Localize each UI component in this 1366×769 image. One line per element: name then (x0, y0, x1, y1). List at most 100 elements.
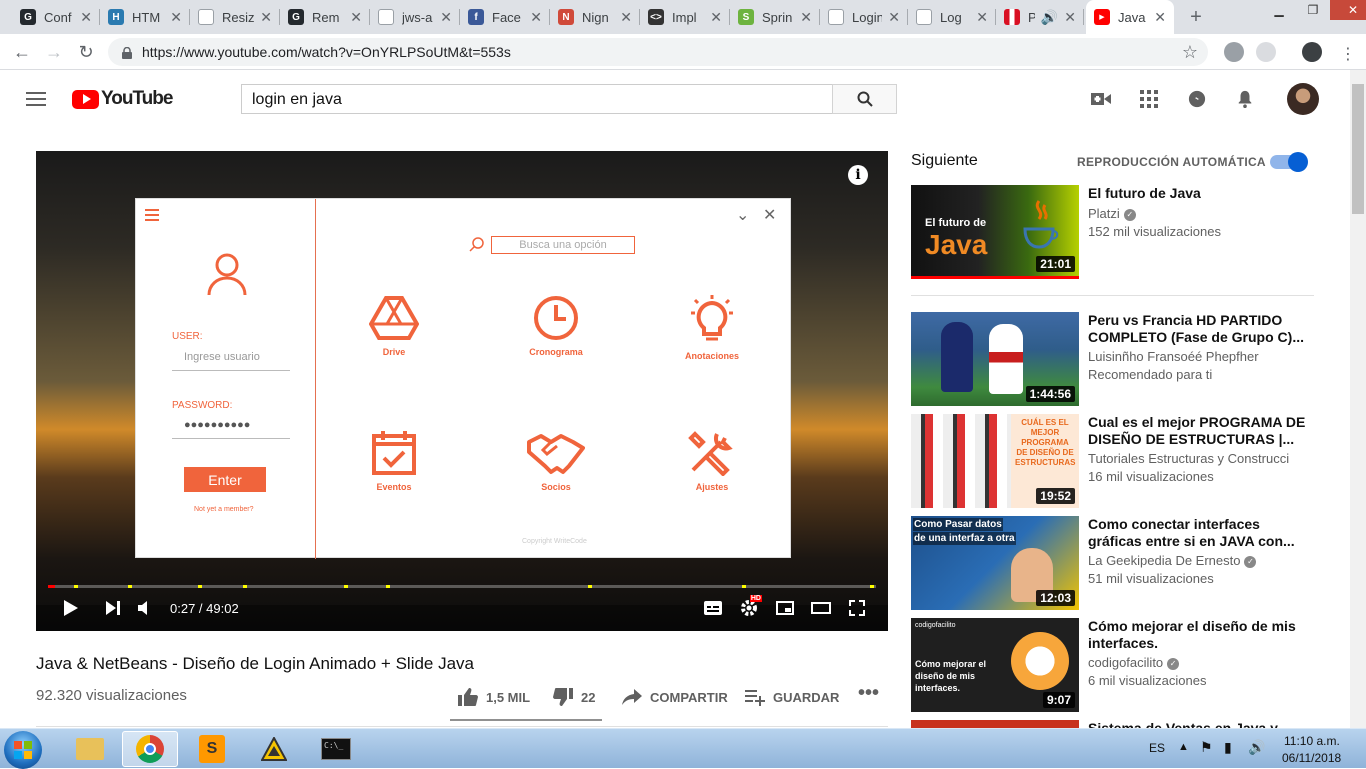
browser-tab[interactable]: P 🔊 ✕ (996, 0, 1084, 34)
video-title[interactable]: El futuro de Java (1088, 185, 1308, 202)
recommended-video[interactable]: Como Pasar datos de una interfaz a otra … (911, 516, 1331, 610)
bookmark-star-icon[interactable]: ☆ (1182, 42, 1198, 63)
recommended-video[interactable]: CUÁL ES EL MEJOR PROGRAMA DE DISEÑO DE E… (911, 414, 1331, 508)
volume-icon[interactable]: 🔊 (1248, 739, 1265, 756)
taskbar-chrome[interactable] (122, 731, 178, 767)
volume-button[interactable] (130, 593, 160, 623)
extension-icon[interactable] (1224, 42, 1244, 62)
recommended-video[interactable]: 1:44:56 Peru vs Francia HD PARTIDO COMPL… (911, 312, 1331, 406)
close-tab-icon[interactable]: ✕ (1154, 9, 1166, 26)
show-hidden-icons[interactable]: ▲ (1178, 741, 1189, 753)
close-tab-icon[interactable]: ✕ (976, 9, 988, 26)
close-tab-icon[interactable]: ✕ (260, 9, 272, 26)
page-scrollbar[interactable] (1350, 70, 1366, 728)
video-thumbnail[interactable] (911, 720, 1079, 728)
like-button[interactable]: 1,5 MIL (458, 688, 530, 706)
close-tab-icon[interactable]: ✕ (80, 9, 92, 26)
channel-name[interactable]: Tutoriales Estructuras y Construcci (1088, 451, 1289, 466)
play-button[interactable] (56, 593, 86, 623)
start-button[interactable] (4, 731, 42, 769)
audio-icon[interactable]: 🔊 (1041, 9, 1058, 26)
more-actions-icon[interactable]: ••• (858, 682, 879, 705)
video-thumbnail[interactable]: 1:44:56 (911, 312, 1079, 406)
close-tab-icon[interactable]: ✕ (888, 9, 900, 26)
avatar[interactable] (1287, 83, 1319, 115)
browser-tab[interactable]: G Rem ✕ (280, 0, 370, 34)
forward-button[interactable]: → (42, 40, 66, 64)
browser-tab[interactable]: f Face ✕ (460, 0, 550, 34)
settings-button[interactable]: HD (734, 593, 764, 623)
dislike-button[interactable]: 22 (553, 688, 595, 706)
info-icon[interactable]: i (848, 165, 868, 185)
recommended-video[interactable]: El futuro de Java 21:01 El futuro de Jav… (911, 185, 1331, 279)
fullscreen-button[interactable] (842, 593, 872, 623)
channel-name[interactable]: Platzi ✓ (1088, 206, 1136, 221)
language-indicator[interactable]: ES (1149, 741, 1165, 755)
video-title[interactable]: Cómo mejorar el diseño de mis interfaces… (1088, 618, 1308, 652)
video-player[interactable]: i USER: Ingrese usuario PASSWORD: ●●●●●●… (36, 151, 888, 631)
progress-bar[interactable] (48, 585, 876, 588)
recommended-video[interactable]: codigofacilito Cómo mejorar el diseño de… (911, 618, 1331, 712)
video-thumbnail[interactable]: codigofacilito Cómo mejorar el diseño de… (911, 618, 1079, 712)
browser-tab[interactable]: G Conf ✕ (12, 0, 100, 34)
search-input[interactable]: login en java (241, 84, 833, 114)
close-tab-icon[interactable]: ✕ (620, 9, 632, 26)
taskbar-app[interactable] (246, 731, 302, 767)
share-button[interactable]: COMPARTIR (622, 688, 728, 706)
next-button[interactable] (98, 593, 128, 623)
video-thumbnail[interactable]: CUÁL ES EL MEJOR PROGRAMA DE DISEÑO DE E… (911, 414, 1079, 508)
browser-tab[interactable]: H HTM ✕ (100, 0, 190, 34)
scrollbar-thumb[interactable] (1352, 84, 1364, 214)
network-icon[interactable]: ▮ (1224, 739, 1232, 756)
close-tab-icon[interactable]: ✕ (710, 9, 722, 26)
recommended-video[interactable]: Sistema de Ventas en Java y (911, 720, 1331, 728)
back-button[interactable]: ← (10, 40, 34, 64)
reload-button[interactable]: ↻ (74, 40, 98, 64)
browser-tab[interactable]: Login ✕ (820, 0, 908, 34)
taskbar-sublime[interactable]: S (184, 731, 240, 767)
action-center-icon[interactable]: ⚑ (1200, 739, 1213, 756)
video-title[interactable]: Peru vs Francia HD PARTIDO COMPLETO (Fas… (1088, 312, 1308, 346)
youtube-logo[interactable]: YouTube (72, 88, 173, 110)
messages-icon[interactable] (1187, 90, 1207, 108)
video-title[interactable]: Sistema de Ventas en Java y (1088, 720, 1308, 728)
taskbar-cmd[interactable]: C:\_ (308, 731, 364, 767)
new-tab-button[interactable]: + (1183, 4, 1209, 30)
minimize-button[interactable]: ▁ (1262, 0, 1296, 20)
browser-tab[interactable]: S Sprin ✕ (730, 0, 820, 34)
channel-name[interactable]: Luisinñho Fransoéé Phepfher (1088, 349, 1259, 364)
clock-date[interactable]: 06/11/2018 (1282, 751, 1341, 765)
notifications-bell-icon[interactable] (1235, 90, 1255, 108)
browser-tab[interactable]: <> Impl ✕ (640, 0, 730, 34)
search-button[interactable] (832, 84, 897, 114)
close-tab-icon[interactable]: ✕ (530, 9, 542, 26)
video-thumbnail[interactable]: El futuro de Java 21:01 (911, 185, 1079, 279)
browser-tab-active[interactable]: ▶ Java ✕ (1086, 0, 1174, 34)
miniplayer-button[interactable] (770, 593, 800, 623)
guide-menu-icon[interactable] (26, 92, 46, 106)
close-tab-icon[interactable]: ✕ (350, 9, 362, 26)
close-tab-icon[interactable]: ✕ (800, 9, 812, 26)
video-title[interactable]: Como conectar interfaces gráficas entre … (1088, 516, 1308, 550)
browser-tab[interactable]: Resiz ✕ (190, 0, 280, 34)
taskbar-explorer[interactable] (62, 731, 118, 767)
browser-tab[interactable]: jws-a ✕ (370, 0, 460, 34)
channel-name[interactable]: La Geekipedia De Ernesto ✓ (1088, 553, 1257, 568)
chrome-menu-icon[interactable]: ⋮ (1340, 44, 1356, 64)
profile-icon[interactable] (1302, 42, 1322, 62)
channel-name[interactable]: codigofacilito ✓ (1088, 655, 1180, 670)
autoplay-toggle[interactable] (1270, 152, 1308, 172)
maximize-button[interactable]: ❐ (1296, 0, 1330, 20)
theater-mode-button[interactable] (806, 593, 836, 623)
address-bar[interactable]: https://www.youtube.com/watch?v=OnYRLPSo… (108, 38, 1208, 66)
extension-icon[interactable] (1256, 42, 1276, 62)
clock-time[interactable]: 11:10 a.m. (1284, 734, 1340, 748)
browser-tab[interactable]: Log ✕ (908, 0, 996, 34)
close-tab-icon[interactable]: ✕ (440, 9, 452, 26)
subtitles-button[interactable] (698, 593, 728, 623)
close-tab-icon[interactable]: ✕ (1064, 9, 1076, 26)
browser-tab[interactable]: N Nign ✕ (550, 0, 640, 34)
apps-grid-icon[interactable] (1139, 90, 1159, 108)
save-button[interactable]: GUARDAR (745, 688, 839, 706)
create-video-icon[interactable] (1091, 90, 1111, 108)
